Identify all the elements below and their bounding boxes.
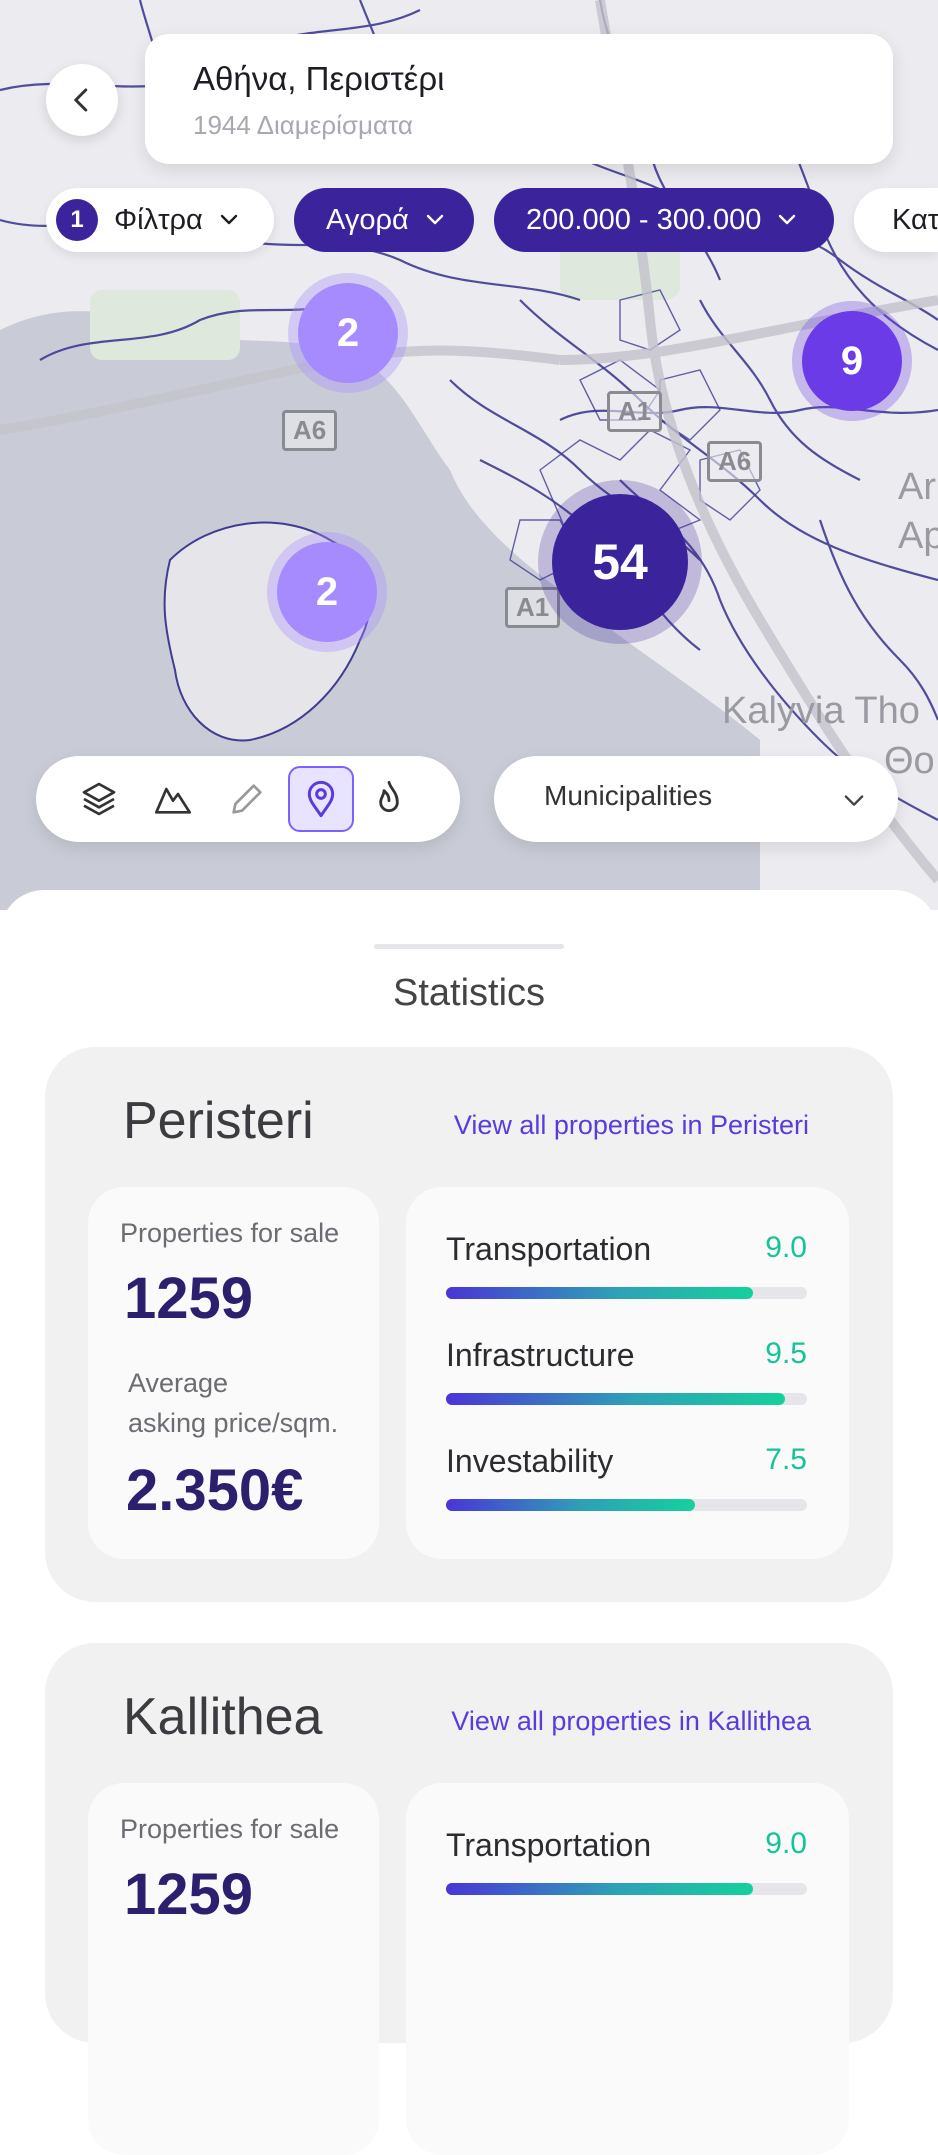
score-name: Investability xyxy=(446,1443,614,1479)
view-all-properties-link[interactable]: View all properties in Peristeri xyxy=(454,1110,809,1141)
properties-for-sale-label: Properties for sale xyxy=(120,1218,340,1248)
area-name: Kallithea xyxy=(123,1688,323,1746)
map-tools-bar xyxy=(36,756,460,842)
properties-stat-box: Properties for sale 1259 xyxy=(88,1783,379,2155)
avg-price-value: 2.350€ xyxy=(126,1458,304,1523)
chevron-left-icon xyxy=(74,88,88,112)
statistics-title: Statistics xyxy=(392,972,546,1014)
score-bar-track xyxy=(446,1287,807,1299)
pins-button[interactable] xyxy=(288,766,354,832)
flame-icon xyxy=(379,780,399,812)
statistics-sheet: Statistics Peristeri View all properties… xyxy=(0,890,938,2155)
location-title: Αθήνα, Περιστέρι xyxy=(193,60,445,97)
area-stats-card: Kallithea View all properties in Kallith… xyxy=(45,1643,893,2155)
properties-for-sale-value: 1259 xyxy=(124,1266,254,1331)
score-name: Transportation xyxy=(446,1231,652,1267)
properties-for-sale-label: Properties for sale xyxy=(120,1814,340,1844)
score-name: Transportation xyxy=(446,1827,652,1863)
view-all-properties-link[interactable]: View all properties in Kallithea xyxy=(451,1706,811,1737)
location-search-card[interactable]: Αθήνα, Περιστέρι 1944 Διαμερίσματα xyxy=(145,34,893,164)
map-place-label: Kalyvia Tho xyxy=(722,690,920,732)
road-tag: A6 xyxy=(282,410,338,451)
sheet-drag-handle[interactable] xyxy=(374,944,564,949)
pin-icon xyxy=(307,780,335,818)
transaction-type-chip[interactable]: Αγορά xyxy=(294,188,474,252)
scores-box: Transportation 9.0 Infrastructure 9.5 In… xyxy=(406,1187,849,1559)
score-bar-fill xyxy=(446,1499,696,1511)
score-value: 9.0 xyxy=(765,1827,807,1860)
score-bar-fill xyxy=(446,1287,753,1299)
boundary-level-dropdown[interactable]: Municipalities xyxy=(494,756,898,842)
layers-button[interactable] xyxy=(66,766,132,832)
transaction-type-label: Αγορά xyxy=(326,203,409,236)
properties-stat-box: Properties for sale 1259 Average asking … xyxy=(88,1187,379,1559)
filters-chip-label: Φίλτρα xyxy=(114,203,203,236)
chevron-down-icon xyxy=(844,795,864,806)
price-range-label: 200.000 - 300.000 xyxy=(526,203,762,236)
road-tag: A6 xyxy=(707,441,763,482)
avg-price-label: Average xyxy=(128,1368,229,1398)
map-cluster-marker[interactable]: 2 xyxy=(277,542,377,642)
price-range-chip[interactable]: 200.000 - 300.000 xyxy=(494,188,834,252)
score-value: 7.5 xyxy=(765,1443,807,1476)
score-value: 9.5 xyxy=(765,1337,807,1370)
score-bar-track xyxy=(446,1393,807,1405)
filters-chip[interactable]: 1 Φίλτρα xyxy=(46,188,274,252)
chevron-down-icon xyxy=(779,214,796,225)
map-cluster-marker[interactable]: 2 xyxy=(298,283,398,383)
terrain-button[interactable] xyxy=(140,766,206,832)
score-bar-fill xyxy=(446,1883,753,1895)
score-bar-track xyxy=(446,1883,807,1895)
dropdown-label: Municipalities xyxy=(544,780,713,811)
location-subtitle: 1944 Διαμερίσματα xyxy=(193,110,413,140)
filters-count-badge: 1 xyxy=(56,199,98,241)
map-cluster-marker[interactable]: 54 xyxy=(552,494,688,630)
chevron-down-icon xyxy=(426,214,443,225)
category-chip-label: Κατ xyxy=(892,203,938,236)
score-bar-track xyxy=(446,1499,807,1511)
back-button[interactable] xyxy=(46,64,118,136)
category-chip[interactable]: Κατ xyxy=(854,188,938,252)
score-bar-fill xyxy=(446,1393,786,1405)
layers-icon xyxy=(82,782,116,816)
properties-for-sale-value: 1259 xyxy=(124,1862,254,1927)
avg-price-label: asking price/sqm. xyxy=(128,1408,339,1438)
scores-box: Transportation 9.0 xyxy=(406,1783,849,2155)
map-place-label: Ap xyxy=(898,515,938,557)
area-name: Peristeri xyxy=(123,1092,314,1150)
pencil-icon xyxy=(232,784,262,814)
road-tag: A1 xyxy=(607,391,663,432)
map-place-label: Ar xyxy=(898,466,936,508)
area-stats-card: Peristeri View all properties in Periste… xyxy=(45,1047,893,1602)
score-name: Infrastructure xyxy=(446,1337,635,1373)
heatmap-button[interactable] xyxy=(356,766,422,832)
chevron-down-icon xyxy=(220,214,238,225)
road-tag: A1 xyxy=(505,587,561,628)
score-value: 9.0 xyxy=(765,1231,807,1264)
map-cluster-marker[interactable]: 9 xyxy=(802,311,902,411)
terrain-icon xyxy=(155,787,192,814)
draw-button[interactable] xyxy=(214,766,280,832)
